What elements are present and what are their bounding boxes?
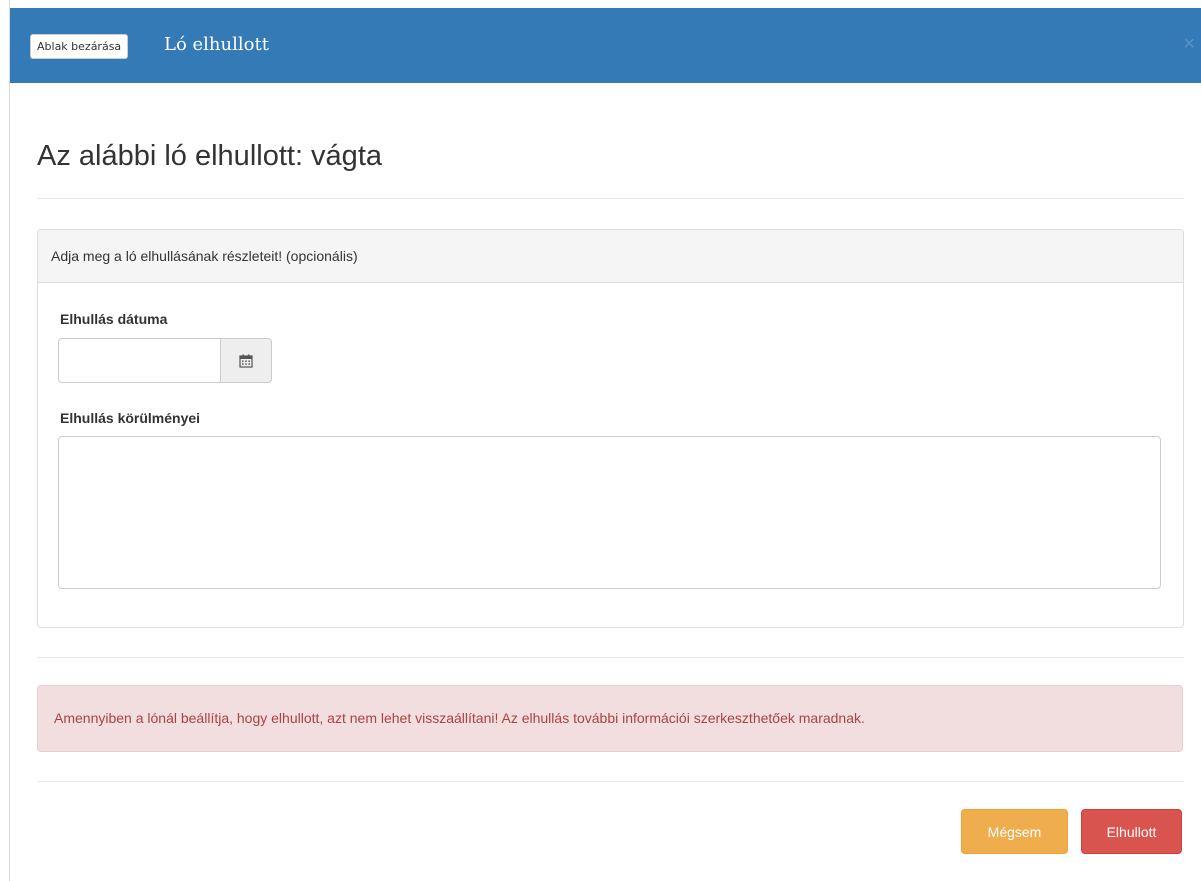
date-label: Elhullás dátuma [60, 311, 168, 327]
circumstances-label: Elhullás körülményei [60, 410, 201, 426]
warning-alert: Amennyiben a lónál beállítja, hogy elhul… [37, 685, 1183, 752]
circumstances-textarea[interactable] [58, 436, 1161, 589]
mark-dead-button[interactable]: Elhullott [1081, 809, 1182, 854]
details-panel: Adja meg a ló elhullásának részleteit! (… [37, 229, 1184, 628]
close-icon[interactable]: × [1183, 34, 1195, 54]
panel-heading: Adja meg a ló elhullásának részleteit! (… [38, 230, 1183, 283]
date-picker [58, 338, 272, 383]
background-edge [0, 0, 10, 881]
modal-header: Ablak bezárása Ló elhullott × [10, 8, 1201, 83]
divider-bottom [37, 781, 1184, 782]
page: Ablak bezárása Ló elhullott × Az alábbi … [0, 0, 1201, 881]
divider-top [37, 198, 1184, 199]
close-window-button[interactable]: Ablak bezárása [30, 34, 129, 59]
modal-title: Ló elhullott [164, 34, 269, 55]
divider-middle [37, 657, 1184, 658]
cancel-button[interactable]: Mégsem [961, 809, 1068, 854]
date-input[interactable] [58, 338, 220, 383]
page-heading: Az alábbi ló elhullott: vágta [37, 140, 382, 172]
calendar-icon [239, 354, 253, 368]
horse-died-modal: Ablak bezárása Ló elhullott × Az alábbi … [10, 8, 1201, 881]
calendar-button[interactable] [220, 338, 272, 383]
